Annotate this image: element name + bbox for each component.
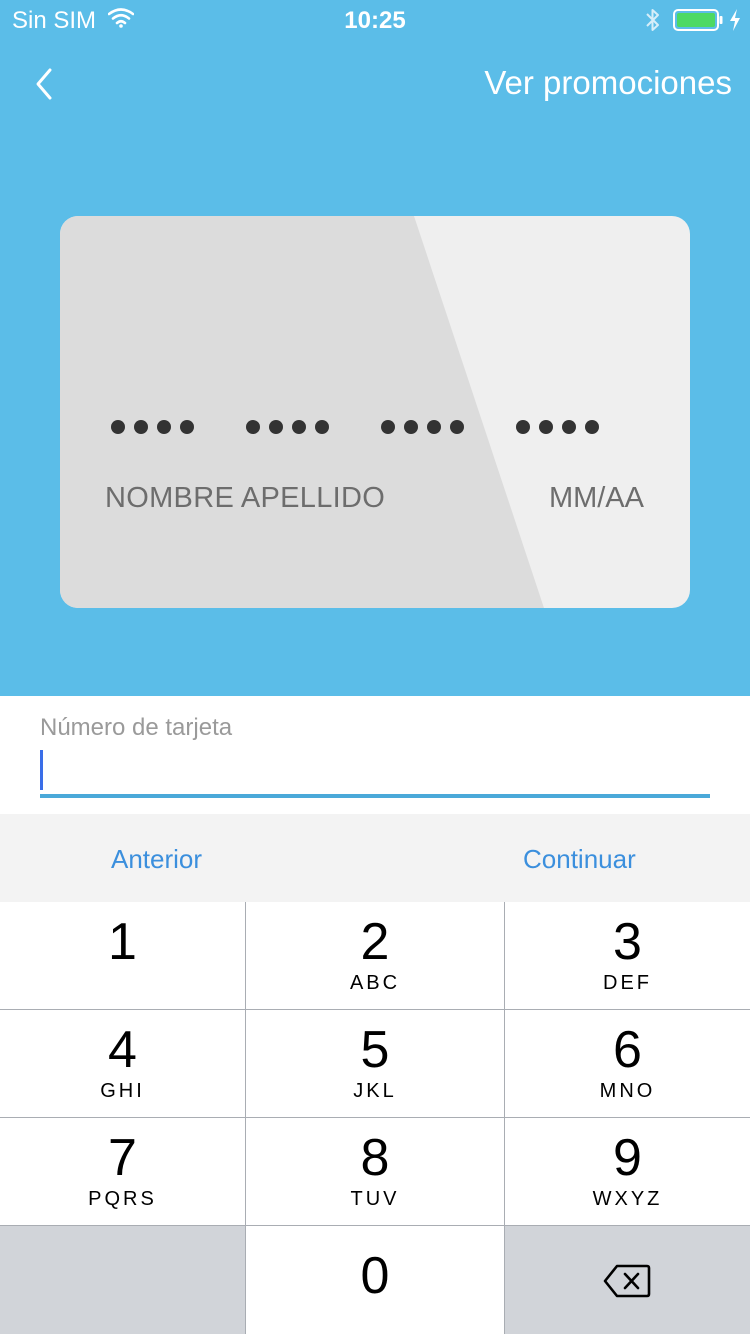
key-digit: 0 bbox=[360, 1247, 390, 1305]
key-1[interactable]: 1 bbox=[0, 902, 245, 1009]
card-digit-dot bbox=[269, 420, 283, 434]
key-letters: PQRS bbox=[88, 1188, 157, 1210]
card-digit-dot bbox=[404, 420, 418, 434]
card-number-form: Número de tarjeta bbox=[0, 696, 750, 814]
key-letters: MNO bbox=[599, 1080, 656, 1102]
card-digit-dot bbox=[450, 420, 464, 434]
card-digit-dot bbox=[292, 420, 306, 434]
key-letters: GHI bbox=[100, 1080, 145, 1102]
key-3[interactable]: 3 DEF bbox=[505, 902, 750, 1009]
card-digit-group bbox=[516, 420, 599, 434]
key-letters: DEF bbox=[603, 972, 652, 994]
card-digit-group bbox=[381, 420, 464, 434]
card-digit-dot bbox=[562, 420, 576, 434]
key-6[interactable]: 6 MNO bbox=[505, 1010, 750, 1117]
card-digit-dot bbox=[180, 420, 194, 434]
key-digit: 2 bbox=[360, 913, 390, 971]
key-0[interactable]: 0 bbox=[246, 1226, 504, 1334]
card-digit-dot bbox=[427, 420, 441, 434]
see-promotions-link[interactable]: Ver promociones bbox=[484, 64, 732, 102]
key-digit: 5 bbox=[360, 1021, 390, 1079]
card-digit-dot bbox=[157, 420, 171, 434]
bluetooth-icon bbox=[644, 7, 662, 38]
key-7[interactable]: 7 PQRS bbox=[0, 1118, 245, 1225]
key-5[interactable]: 5 JKL bbox=[246, 1010, 504, 1117]
key-digit: 3 bbox=[613, 913, 642, 971]
key-letters: ABC bbox=[349, 972, 401, 994]
card-digit-dot bbox=[111, 420, 125, 434]
delete-key[interactable] bbox=[505, 1226, 750, 1334]
key-4[interactable]: 4 GHI bbox=[0, 1010, 245, 1117]
numeric-keypad: 1 2 ABC 3 DEF 4 GHI 5 JKL 6 MNO 7 PQRS 8… bbox=[0, 902, 750, 1334]
card-digit-dot bbox=[246, 420, 260, 434]
card-number-input[interactable] bbox=[40, 748, 710, 798]
key-digit: 6 bbox=[613, 1021, 642, 1079]
key-2[interactable]: 2 ABC bbox=[246, 902, 504, 1009]
continue-button[interactable]: Continuar bbox=[523, 844, 636, 875]
battery-icon bbox=[673, 9, 723, 36]
text-cursor bbox=[40, 750, 43, 790]
key-8[interactable]: 8 TUV bbox=[246, 1118, 504, 1225]
keyboard-accessory-bar: Anterior Continuar bbox=[0, 814, 750, 902]
card-digit-group bbox=[246, 420, 329, 434]
card-holder-placeholder: NOMBRE APELLIDO bbox=[105, 482, 386, 514]
card-number-label: Número de tarjeta bbox=[40, 714, 233, 741]
card-expiry-placeholder: MM/AA bbox=[548, 482, 644, 514]
key-letters: WXYZ bbox=[592, 1188, 663, 1210]
status-bar: Sin SIM 10:25 bbox=[0, 0, 750, 40]
back-button[interactable] bbox=[28, 60, 68, 108]
header-background: Sin SIM 10:25 Ver promociones NOMBRE APE… bbox=[0, 0, 750, 696]
clock: 10:25 bbox=[344, 7, 406, 34]
charging-icon bbox=[728, 8, 742, 37]
card-digit-dot bbox=[381, 420, 395, 434]
card-preview: NOMBRE APELLIDO MM/AA bbox=[60, 216, 690, 608]
backspace-icon bbox=[603, 1264, 651, 1303]
key-digit: 4 bbox=[108, 1021, 137, 1079]
card-number-mask bbox=[60, 404, 690, 450]
card-digit-dot bbox=[585, 420, 599, 434]
card-digit-dot bbox=[315, 420, 329, 434]
key-digit: 7 bbox=[108, 1129, 137, 1187]
card-digit-dot bbox=[539, 420, 553, 434]
empty-key bbox=[0, 1226, 245, 1334]
key-digit: 1 bbox=[108, 913, 137, 971]
card-digit-dot bbox=[516, 420, 530, 434]
key-letters: TUV bbox=[350, 1188, 400, 1210]
key-9[interactable]: 9 WXYZ bbox=[505, 1118, 750, 1225]
card-digit-group bbox=[111, 420, 194, 434]
key-digit: 8 bbox=[360, 1129, 390, 1187]
previous-button[interactable]: Anterior bbox=[111, 844, 202, 875]
key-digit: 9 bbox=[613, 1129, 642, 1187]
key-letters: JKL bbox=[353, 1080, 397, 1102]
card-digit-dot bbox=[134, 420, 148, 434]
